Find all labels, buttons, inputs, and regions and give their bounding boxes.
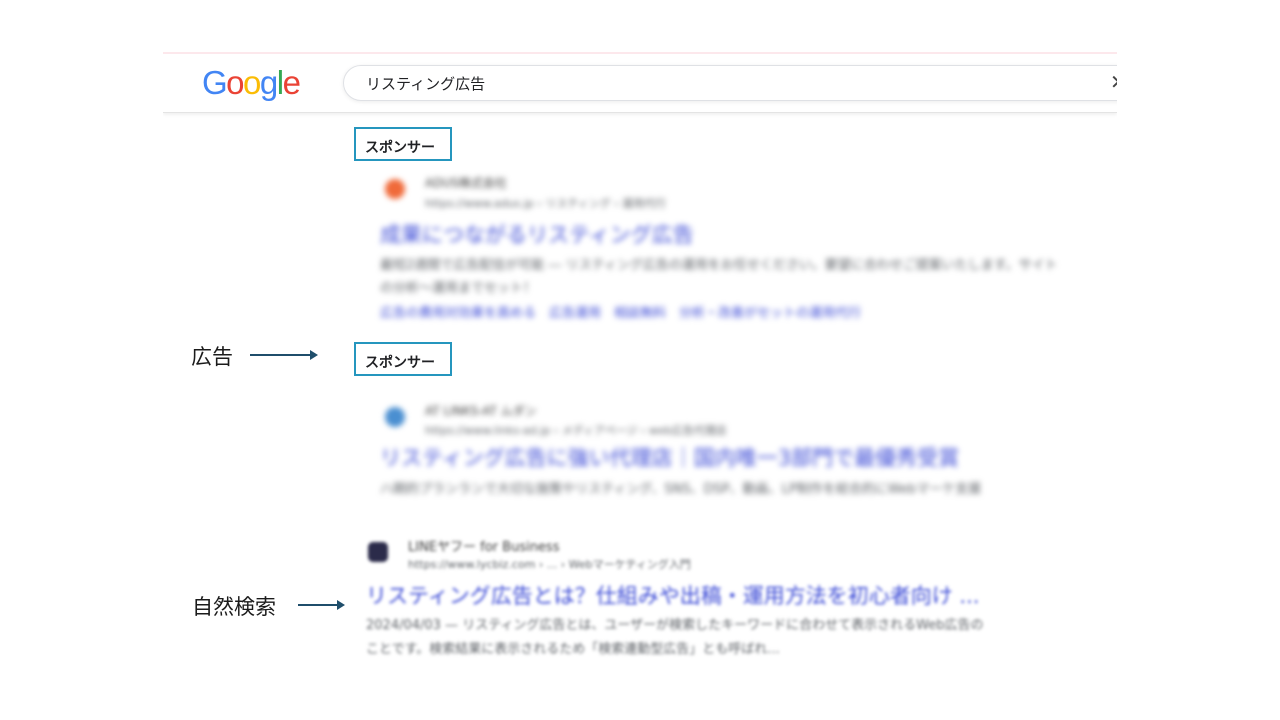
result-site: LINEヤフー for Business — [408, 540, 560, 555]
favicon-icon — [385, 179, 405, 199]
result-title-link[interactable]: リスティング広告に強い代理店｜国内唯一3部門で最優秀受賞 — [380, 442, 959, 472]
result-sitelinks[interactable]: 広告の費用対効果を高める 広告運用 相談無料 分析・改善がセットの運用代行 — [380, 302, 861, 321]
result-title-link[interactable]: リスティング広告とは？仕組みや出稿・運用方法を初心者向け ... — [366, 580, 979, 610]
result-site: AT LINKS-AT ムダン — [425, 404, 537, 418]
organic-annotation-arrow — [298, 600, 345, 610]
sponsor-label-2: スポンサー — [354, 342, 452, 376]
ad-annotation-label: 広告 — [191, 345, 233, 369]
result-url[interactable]: https://www.lycbiz.com › ... › Webマーケティン… — [408, 556, 691, 572]
result-description: ことです。検索結果に表示されるため「検索連動型広告」とも呼ばれ... — [366, 642, 780, 657]
result-description: 最短2週間で広告配信が可能 ― リスティング広告の運用をお任せください。要望に合… — [380, 258, 1058, 273]
result-description: ハ期的プランランで大切な施策やリスティング、SNS、DSP、動画、LP制作を総合… — [380, 482, 982, 497]
search-box[interactable]: リスティング広告 ✕ — [343, 65, 1117, 101]
result-site: ADUS株式会社 — [425, 176, 507, 190]
sponsor-label-1: スポンサー — [354, 127, 452, 161]
result-description: の分析～運用までセット！ — [380, 281, 537, 296]
ad-annotation-arrow — [250, 350, 318, 360]
favicon-icon — [368, 542, 388, 562]
result-description: 2024/04/03 — リスティング広告とは、ユーザーが検索したキーワードに合… — [366, 618, 984, 633]
result-title-link[interactable]: 成果につながるリスティング広告 — [380, 219, 694, 249]
organic-annotation-label: 自然検索 — [192, 595, 276, 619]
google-logo[interactable]: Google — [202, 64, 301, 102]
search-input[interactable]: リスティング広告 — [366, 73, 485, 94]
search-header: Google リスティング広告 ✕ — [163, 54, 1117, 113]
result-url[interactable]: https://www.links-ad.jp › メディアページ › web広… — [425, 422, 727, 438]
search-results-screenshot: Google リスティング広告 ✕ スポンサー ADUS株式会社 https:/… — [163, 52, 1117, 672]
clear-icon[interactable]: ✕ — [1110, 70, 1117, 94]
favicon-icon — [385, 407, 405, 427]
result-url[interactable]: https://www.adus.jp › リスティング › 運用代行 — [425, 195, 666, 211]
